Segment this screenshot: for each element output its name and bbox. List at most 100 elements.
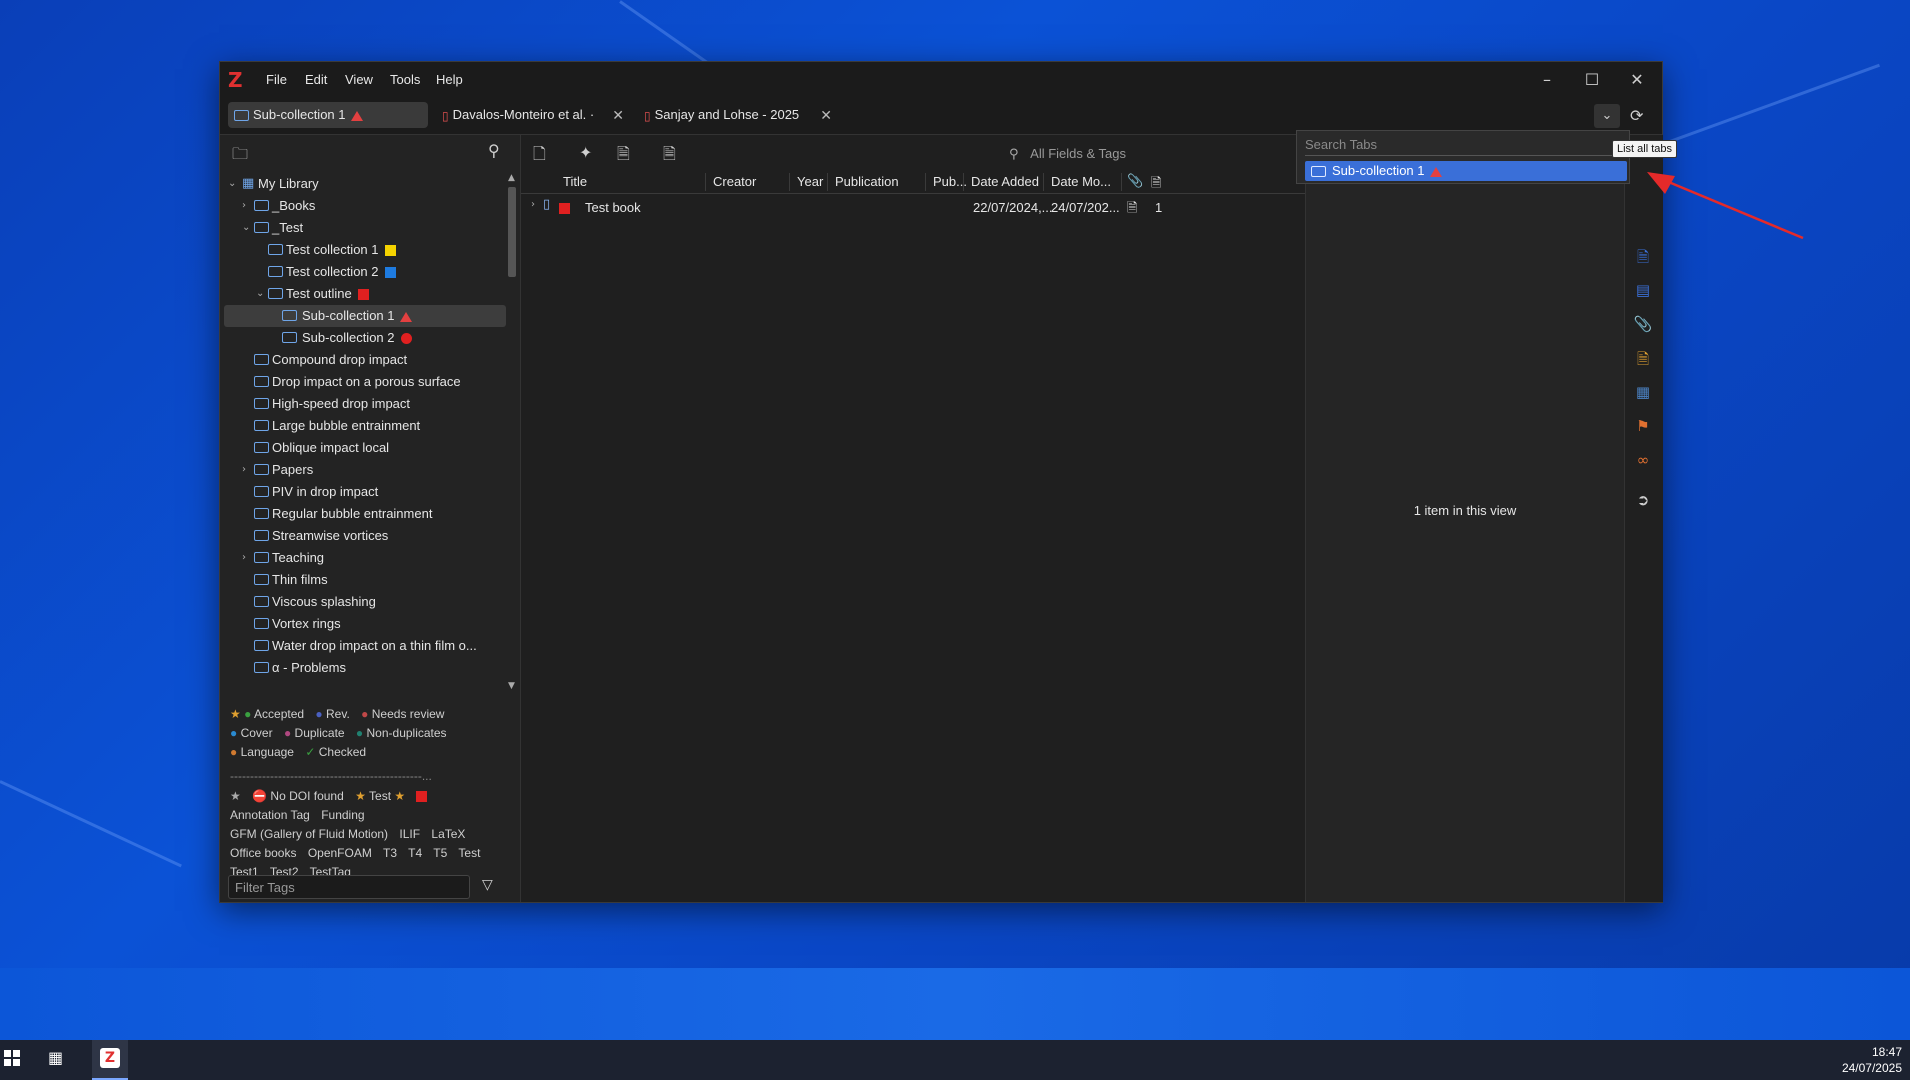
- search-icon[interactable]: ⚲: [488, 141, 500, 160]
- tab-sanjay[interactable]: ▯ Sanjay and Lohse - 2025 ✕: [638, 102, 838, 128]
- tree-item-teaching[interactable]: › Teaching: [224, 547, 506, 569]
- tree-item-books[interactable]: › _Books: [224, 195, 506, 217]
- tree-item-regular-bubble[interactable]: Regular bubble entrainment: [224, 503, 506, 525]
- tree-item-sub-collection-2[interactable]: Sub-collection 2: [224, 327, 506, 349]
- task-view-icon[interactable]: ▦: [48, 1048, 63, 1067]
- tree-item-test-collection-2[interactable]: Test collection 2: [224, 261, 506, 283]
- column-year[interactable]: Year: [797, 174, 823, 189]
- attachments-icon[interactable]: 📎: [1633, 315, 1653, 335]
- tree-item-problems[interactable]: α - Problems: [224, 657, 506, 679]
- tag-accepted[interactable]: ● Accepted: [244, 707, 304, 721]
- system-clock[interactable]: 18:47 24/07/2025: [1842, 1044, 1902, 1076]
- popup-tab-item[interactable]: Sub-collection 1: [1305, 161, 1627, 181]
- add-attachment-icon[interactable]: 🗎: [617, 143, 630, 170]
- column-divider[interactable]: [925, 173, 926, 191]
- menu-tools[interactable]: Tools: [390, 72, 420, 87]
- tree-item-thin-films[interactable]: Thin films: [224, 569, 506, 591]
- tab-davalos[interactable]: ▯ Davalos-Monteiro et al. · ✕: [436, 102, 630, 128]
- chevron-right-icon[interactable]: ›: [242, 195, 246, 217]
- tree-item-water-drop[interactable]: Water drop impact on a thin film o...: [224, 635, 506, 657]
- tags-icon[interactable]: ⚑: [1633, 417, 1653, 437]
- tree-item-sub-collection-1[interactable]: Sub-collection 1: [224, 305, 506, 327]
- new-note-icon[interactable]: 🗎: [663, 143, 676, 170]
- tree-item-oblique-impact[interactable]: Oblique impact local: [224, 437, 506, 459]
- tree-item-papers[interactable]: › Papers: [224, 459, 506, 481]
- close-tab-icon[interactable]: ✕: [820, 102, 832, 128]
- locate-icon[interactable]: ➲: [1633, 491, 1653, 511]
- column-title[interactable]: Title: [563, 174, 587, 189]
- libraries-collections-icon[interactable]: ▦: [1633, 383, 1653, 403]
- tag-latex[interactable]: LaTeX: [431, 827, 465, 841]
- sync-icon[interactable]: ⟳: [1630, 106, 1643, 125]
- tree-item-large-bubble[interactable]: Large bubble entrainment: [224, 415, 506, 437]
- scrollbar-thumb[interactable]: [508, 187, 516, 277]
- column-date-modified[interactable]: Date Mo...: [1051, 174, 1111, 189]
- tag-test-star[interactable]: ★ Test ★: [355, 789, 405, 803]
- tag-non-duplicates[interactable]: ● Non-duplicates: [356, 726, 447, 740]
- tag-cover[interactable]: ● Cover: [230, 726, 273, 740]
- attachment-column-icon[interactable]: 📎: [1127, 174, 1143, 189]
- close-icon[interactable]: ✕: [1617, 68, 1657, 92]
- tree-item-porous-surface[interactable]: Drop impact on a porous surface: [224, 371, 506, 393]
- search-field[interactable]: ⚲ All Fields & Tags: [1009, 141, 1309, 167]
- column-divider[interactable]: [1043, 173, 1044, 191]
- minimize-icon[interactable]: –: [1527, 68, 1567, 92]
- info-icon[interactable]: 🗎: [1633, 247, 1653, 267]
- tree-item-high-speed[interactable]: High-speed drop impact: [224, 393, 506, 415]
- tree-scrollbar[interactable]: ▲ ▼: [506, 173, 518, 693]
- column-pub[interactable]: Pub...: [933, 174, 967, 189]
- tree-item-test[interactable]: ⌄ _Test: [224, 217, 506, 239]
- column-divider[interactable]: [789, 173, 790, 191]
- tag-funding[interactable]: Funding: [321, 808, 364, 822]
- chevron-down-icon[interactable]: ⌄: [256, 283, 264, 305]
- menu-help[interactable]: Help: [436, 72, 463, 87]
- tag-test[interactable]: Test: [458, 846, 480, 860]
- windows-start-icon[interactable]: [4, 1050, 20, 1066]
- column-creator[interactable]: Creator: [713, 174, 756, 189]
- column-divider[interactable]: [827, 173, 828, 191]
- chevron-right-icon[interactable]: ›: [531, 199, 535, 210]
- tag-openfoam[interactable]: OpenFOAM: [308, 846, 372, 860]
- tag-office-books[interactable]: Office books: [230, 846, 296, 860]
- tree-item-compound-drop-impact[interactable]: Compound drop impact: [224, 349, 506, 371]
- tag-rev[interactable]: ● Rev.: [315, 707, 349, 721]
- red-square-icon[interactable]: [416, 791, 428, 803]
- tag-duplicate[interactable]: ● Duplicate: [284, 726, 345, 740]
- abstract-icon[interactable]: ▤: [1633, 281, 1653, 301]
- notes-column-icon[interactable]: 🗎: [1151, 174, 1161, 196]
- list-all-tabs-button[interactable]: ⌄: [1594, 104, 1620, 128]
- pdf-attachment-icon[interactable]: 🗎: [1127, 199, 1137, 221]
- menu-edit[interactable]: Edit: [305, 72, 327, 87]
- new-collection-icon[interactable]: 🗀: [232, 143, 248, 170]
- chevron-right-icon[interactable]: ›: [242, 547, 246, 569]
- column-divider[interactable]: [963, 173, 964, 191]
- chevron-right-icon[interactable]: ›: [242, 459, 246, 481]
- tag-language[interactable]: ● Language: [230, 745, 294, 759]
- table-row[interactable]: › ▯ Test book 22/07/2024,... 24/07/202..…: [521, 197, 1305, 219]
- related-icon[interactable]: ∞: [1633, 451, 1653, 471]
- tab-sub-collection-1[interactable]: Sub-collection 1: [228, 102, 428, 128]
- tree-item-test-collection-1[interactable]: Test collection 1: [224, 239, 506, 261]
- search-tabs-input[interactable]: Search Tabs: [1305, 135, 1619, 156]
- filter-tags-input[interactable]: Filter Tags: [228, 875, 470, 899]
- column-publication[interactable]: Publication: [835, 174, 899, 189]
- chevron-down-icon[interactable]: ⌄: [228, 173, 236, 195]
- tag-t3[interactable]: T3: [383, 846, 397, 860]
- new-item-icon[interactable]: 🗋: [533, 143, 546, 170]
- scroll-up-icon[interactable]: ▲: [508, 173, 515, 183]
- tag-needs-review[interactable]: ● Needs review: [361, 707, 444, 721]
- tree-item-my-library[interactable]: ⌄ ▦ My Library: [224, 173, 506, 195]
- tag-t5[interactable]: T5: [433, 846, 447, 860]
- menu-file[interactable]: File: [266, 72, 287, 87]
- magic-wand-icon[interactable]: ✦: [579, 143, 592, 162]
- filter-icon[interactable]: ▽: [482, 877, 493, 893]
- tag-gfm[interactable]: GFM (Gallery of Fluid Motion): [230, 827, 388, 841]
- scroll-down-icon[interactable]: ▼: [508, 681, 515, 691]
- tree-item-streamwise[interactable]: Streamwise vortices: [224, 525, 506, 547]
- column-divider[interactable]: [705, 173, 706, 191]
- tree-item-vortex-rings[interactable]: Vortex rings: [224, 613, 506, 635]
- chevron-down-icon[interactable]: ⌄: [242, 217, 250, 239]
- tree-item-test-outline[interactable]: ⌄ Test outline: [224, 283, 506, 305]
- tree-item-piv[interactable]: PIV in drop impact: [224, 481, 506, 503]
- taskbar-zotero[interactable]: Z: [92, 1040, 128, 1080]
